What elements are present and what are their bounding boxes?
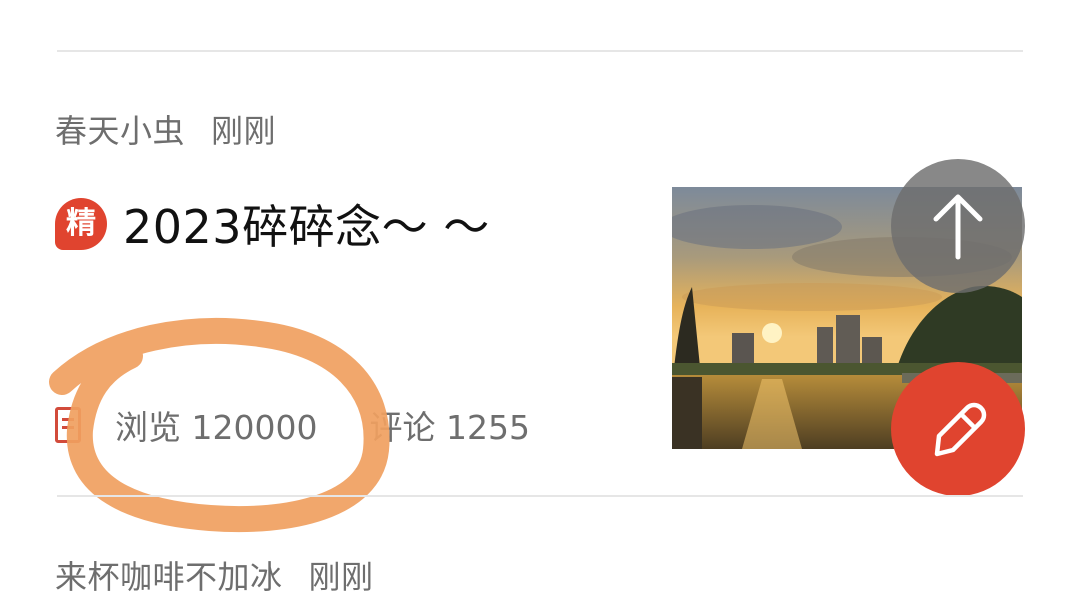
post-meta: 春天小虫 刚刚	[55, 106, 276, 152]
arrow-up-icon	[933, 194, 983, 260]
views-label: 浏览	[115, 408, 181, 447]
views-stat: 浏览 120000	[115, 401, 317, 449]
post-time: 刚刚	[308, 558, 374, 596]
comments-count: 1255	[445, 408, 530, 447]
featured-badge: 精	[55, 198, 107, 250]
post-feed: 春天小虫 刚刚 精 2023碎碎念～ ～ 浏览 120000 评论 1255 来…	[0, 0, 1080, 597]
scroll-to-top-button[interactable]	[891, 159, 1025, 293]
post-title[interactable]: 2023碎碎念～ ～	[123, 191, 490, 257]
views-count: 120000	[191, 408, 318, 447]
author-name[interactable]: 来杯咖啡不加冰	[55, 558, 283, 596]
post-meta: 来杯咖啡不加冰 刚刚	[55, 552, 374, 597]
comments-label: 评论	[369, 408, 436, 447]
comments-stat: 评论 1255	[369, 401, 529, 449]
divider	[57, 495, 1023, 497]
author-name[interactable]: 春天小虫	[55, 112, 185, 150]
post-stats: 浏览 120000 评论 1255	[55, 403, 530, 447]
post-title-row[interactable]: 精 2023碎碎念～ ～	[55, 196, 490, 254]
pencil-icon	[934, 402, 987, 457]
post-time: 刚刚	[211, 112, 277, 150]
divider	[57, 50, 1023, 52]
document-icon	[55, 407, 81, 443]
compose-post-button[interactable]	[891, 362, 1025, 496]
